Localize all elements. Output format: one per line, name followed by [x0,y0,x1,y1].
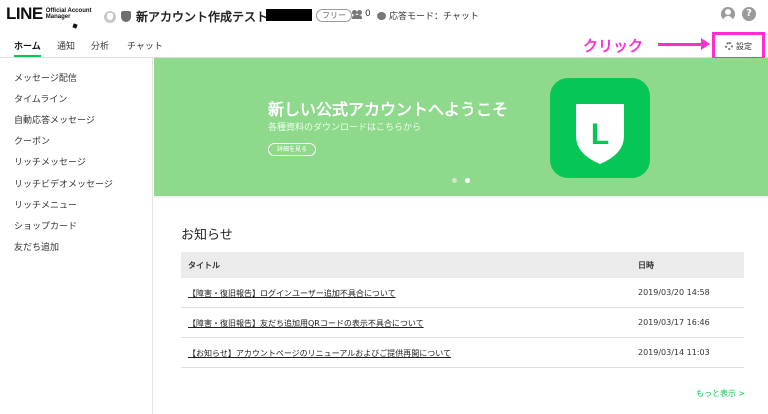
chat-bubble-icon [377,11,386,20]
logo-subtitle: Official Account Manager [45,8,92,20]
line-oa-logo[interactable]: LINE Official Account Manager [6,4,98,24]
carousel-dot[interactable] [452,178,457,183]
main-content: 新しい公式アカウントへようこそ 各種資料のダウンロードはこちらから 詳細を見る … [154,58,768,414]
tab-bar: ホーム 通知 分析 チャット [0,32,768,58]
news-title-link[interactable]: 【お知らせ】アカウントページのリニューアルおよびご提供再開について [188,348,451,359]
news-title-link[interactable]: 【障害・復旧報告】ログインユーザー追加不具合について [188,288,396,299]
table-header: タイトル 日時 [181,252,744,278]
shield-icon [121,11,131,22]
sidebar-item-shop-card[interactable]: ショップカード [14,219,77,232]
annotation-arrow [658,38,710,50]
news-heading: お知らせ [181,228,233,243]
friend-count: 0 [352,9,371,19]
tab-notifications[interactable]: 通知 [57,39,75,57]
sidebar-item-rich-video-message[interactable]: リッチビデオメッセージ [14,177,113,190]
user-icon[interactable] [721,7,735,21]
logo-mark [72,23,78,29]
welcome-banner[interactable]: 新しい公式アカウントへようこそ 各種資料のダウンロードはこちらから 詳細を見る … [154,58,768,196]
account-switcher[interactable]: 新アカウント作成テスト [104,8,282,25]
column-title-header: タイトル [188,261,220,270]
table-row: 【障害・復旧報告】ログインユーザー追加不具合について 2019/03/20 14… [181,278,744,308]
friends-icon [352,9,363,19]
help-icon[interactable]: ? [742,7,756,21]
plan-badge: フリー [316,9,352,22]
news-date: 2019/03/14 11:03 [638,348,710,357]
response-mode[interactable]: 応答モード：チャット [377,9,479,22]
account-name: 新アカウント作成テスト [136,10,269,24]
logo-letter: L [591,118,609,151]
sidebar-item-rich-menu[interactable]: リッチメニュー [14,198,77,211]
sidebar-item-message-delivery[interactable]: メッセージ配信 [14,71,77,84]
sidebar-item-auto-reply[interactable]: 自動応答メッセージ [14,113,95,126]
table-row: 【障害・復旧報告】友だち追加用QRコードの表示不具合について 2019/03/1… [181,308,744,338]
news-date: 2019/03/20 14:58 [638,288,710,297]
account-avatar-icon [104,10,116,23]
news-title-link[interactable]: 【障害・復旧報告】友だち追加用QRコードの表示不具合について [188,318,424,329]
news-date: 2019/03/17 16:46 [638,318,710,327]
response-mode-label: 応答モード：チャット [389,12,479,22]
news-card: お知らせ タイトル 日時 【障害・復旧報告】ログインユーザー追加不具合について … [154,198,768,414]
banner-title: 新しい公式アカウントへようこそ [268,100,509,119]
click-annotation: クリック [583,37,644,55]
news-table: タイトル 日時 【障害・復旧報告】ログインユーザー追加不具合について 2019/… [181,252,744,368]
settings-button[interactable]: 設定 [712,32,765,60]
column-date-header: 日時 [638,261,654,270]
carousel-dot-active[interactable] [465,178,470,183]
redacted-account-id [266,9,312,21]
banner-details-button[interactable]: 詳細を見る [268,143,316,156]
sidebar-item-coupon[interactable]: クーポン [14,134,50,147]
sidebar-item-timeline[interactable]: タイムライン [14,92,67,105]
more-link[interactable]: もっと表示 > [696,388,745,399]
banner-subtitle: 各種資料のダウンロードはこちらから [268,123,422,133]
sidebar: メッセージ配信 タイムライン 自動応答メッセージ クーポン リッチメッセージ リ… [0,58,153,414]
tab-chat[interactable]: チャット [127,39,163,57]
sidebar-item-rich-message[interactable]: リッチメッセージ [14,155,86,168]
line-logo-icon: L [550,78,650,178]
tab-home[interactable]: ホーム [14,39,41,57]
friend-count-value: 0 [365,9,371,19]
sidebar-item-add-friends[interactable]: 友だち追加 [14,240,59,253]
table-row: 【お知らせ】アカウントページのリニューアルおよびご提供再開について 2019/0… [181,338,744,368]
settings-label: 設定 [736,41,752,51]
logo-wordmark: LINE [6,4,43,23]
top-bar: LINE Official Account Manager 新アカウント作成テス… [0,0,768,32]
tab-analytics[interactable]: 分析 [91,39,109,57]
gear-icon [725,42,733,50]
